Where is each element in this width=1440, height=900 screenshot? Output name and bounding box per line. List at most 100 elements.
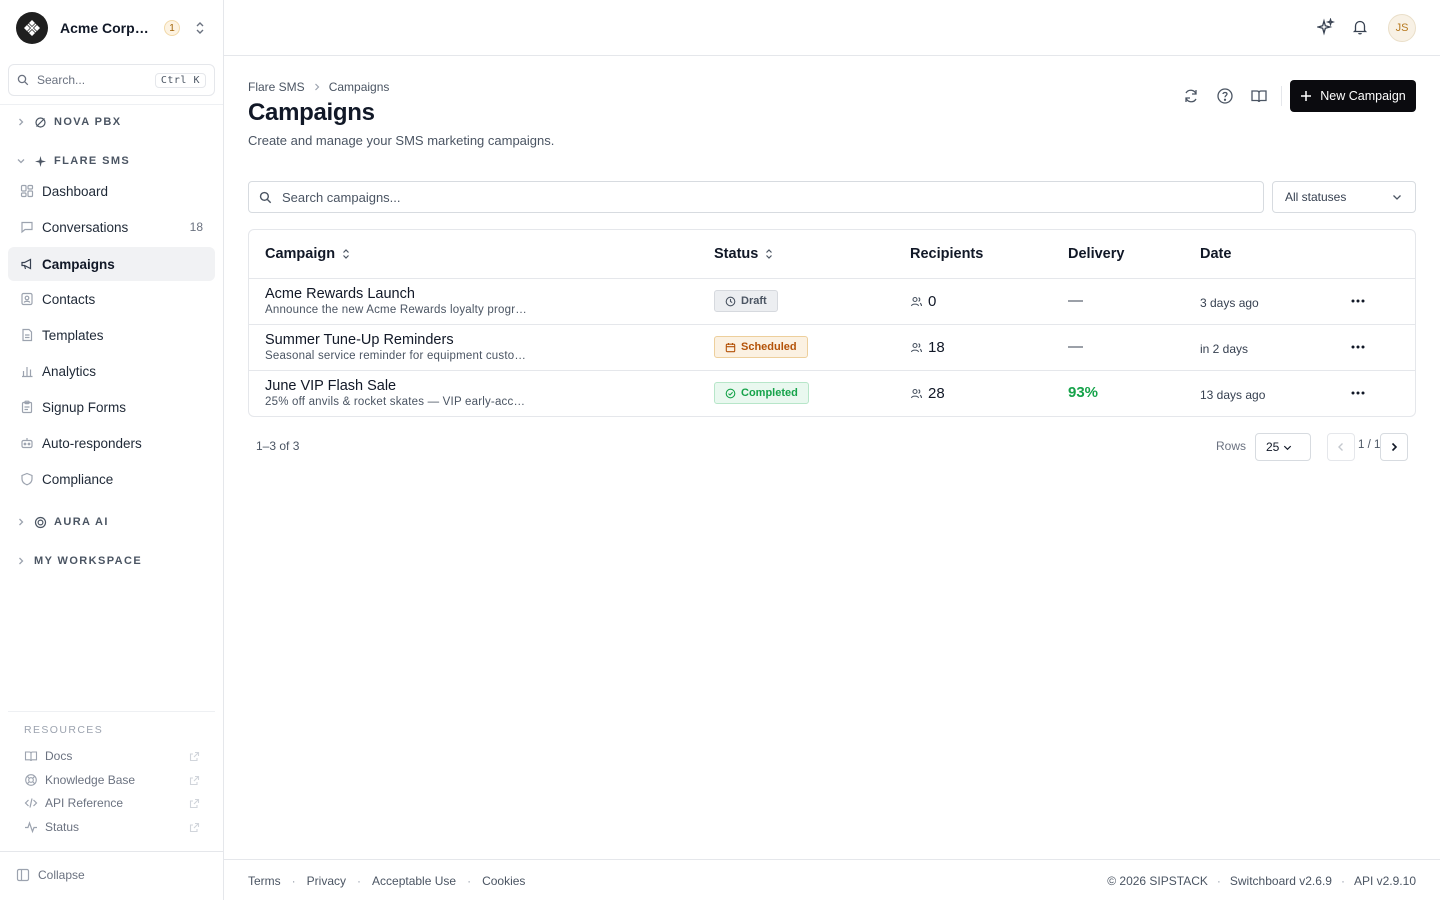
campaign-search[interactable] — [248, 181, 1264, 213]
footer: Terms · Privacy · Acceptable Use · Cooki… — [224, 859, 1440, 900]
sidebar-search[interactable]: Search... Ctrl K — [8, 64, 215, 96]
org-switcher[interactable]: Acme Corporation 1 — [0, 0, 223, 56]
sidebar-item-campaigns[interactable]: Campaigns — [8, 247, 215, 281]
date-value: 13 days ago — [1200, 388, 1266, 402]
sidebar-item-contacts[interactable]: Contacts — [8, 282, 215, 316]
page-indicator: 1 / 1 — [1358, 439, 1381, 451]
sidebar-item-label: Campaigns — [42, 256, 115, 272]
sidebar-item-conversations[interactable]: Conversations 18 — [8, 210, 215, 244]
chevron-right-icon — [16, 517, 28, 527]
breadcrumb-link-flare-sms[interactable]: Flare SMS — [248, 80, 305, 94]
resource-link-knowledge-base[interactable]: Knowledge Base — [24, 771, 200, 789]
clock-icon — [725, 296, 736, 307]
column-header-campaign[interactable]: Campaign — [265, 246, 351, 262]
sidebar-group-nova-pbx[interactable]: NOVA PBX — [16, 113, 121, 131]
sidebar-group-flare-sms[interactable]: FLARE SMS — [16, 152, 130, 170]
chevron-down-icon — [16, 156, 28, 166]
resources-title: RESOURCES — [24, 724, 104, 736]
campaign-search-input[interactable] — [282, 189, 1182, 205]
resource-link-api-reference[interactable]: API Reference — [24, 794, 200, 812]
refresh-icon[interactable] — [1182, 87, 1200, 105]
lifebuoy-icon — [24, 773, 38, 787]
recipients-value: 28 — [928, 385, 945, 402]
collapse-sidebar-button[interactable]: Collapse — [16, 866, 85, 884]
footer-link-privacy[interactable]: Privacy — [307, 874, 346, 888]
rows-per-page-select[interactable]: 25 — [1255, 433, 1311, 461]
api-version: API v2.9.10 — [1353, 874, 1416, 888]
table-header: Campaign Status Recipients Delivery Date — [249, 230, 1415, 279]
sparkle-icon — [34, 155, 47, 168]
sidebar-item-signup-forms[interactable]: Signup Forms — [8, 390, 215, 424]
sidebar-item-templates[interactable]: Templates — [8, 318, 215, 352]
search-icon — [259, 191, 272, 204]
footer-link-terms[interactable]: Terms — [248, 874, 281, 888]
chevron-right-icon — [16, 556, 28, 566]
campaign-name[interactable]: June VIP Flash Sale — [265, 378, 396, 394]
footer-link-acceptable-use[interactable]: Acceptable Use — [372, 874, 456, 888]
sidebar-item-label: Signup Forms — [42, 399, 127, 415]
status-label: Completed — [741, 387, 798, 399]
separator: · — [1340, 874, 1345, 888]
book-open-icon[interactable] — [1250, 87, 1268, 105]
external-link-icon — [189, 822, 200, 833]
sidebar-group-aura-ai[interactable]: AURA AI — [16, 513, 109, 531]
sidebar-group-label: FLARE SMS — [54, 155, 131, 167]
page-title: Campaigns — [248, 99, 375, 126]
sidebar-group-label: NOVA PBX — [54, 116, 122, 128]
check-circle-icon — [725, 388, 736, 399]
status-badge: Draft — [714, 290, 778, 312]
users-icon — [910, 341, 923, 354]
pagination-range: 1–3 of 3 — [256, 439, 300, 453]
resource-link-docs[interactable]: Docs — [24, 747, 200, 765]
date-value: 3 days ago — [1200, 296, 1259, 310]
resource-label: API Reference — [45, 796, 124, 810]
previous-page-button[interactable] — [1327, 433, 1355, 461]
column-label: Status — [714, 246, 759, 262]
sparkles-icon[interactable] — [1317, 18, 1335, 36]
table-row[interactable]: Acme Rewards Launch Announce the new Acm… — [249, 279, 1415, 325]
campaign-name[interactable]: Acme Rewards Launch — [265, 286, 415, 302]
footer-link-cookies[interactable]: Cookies — [482, 874, 525, 888]
new-campaign-button[interactable]: New Campaign — [1290, 80, 1416, 112]
breadcrumb-current: Campaigns — [328, 80, 390, 94]
status-filter-select[interactable]: All statuses — [1272, 181, 1416, 213]
chevron-right-icon — [1388, 441, 1400, 453]
bell-icon[interactable] — [1351, 18, 1369, 36]
table-row[interactable]: Summer Tune-Up Reminders Seasonal servic… — [249, 325, 1415, 371]
sidebar-item-dashboard[interactable]: Dashboard — [8, 174, 215, 208]
column-header-recipients: Recipients — [910, 246, 984, 262]
chevron-up-down-icon[interactable] — [193, 21, 207, 35]
next-page-button[interactable] — [1380, 433, 1408, 461]
resource-link-status[interactable]: Status — [24, 818, 200, 836]
campaign-name[interactable]: Summer Tune-Up Reminders — [265, 332, 454, 348]
sidebar-group-label: AURA AI — [54, 516, 109, 528]
sidebar-item-label: Contacts — [42, 291, 96, 307]
sidebar: Acme Corporation 1 Search... Ctrl K NOVA… — [0, 0, 224, 900]
more-actions-icon[interactable] — [1350, 340, 1366, 354]
column-header-status[interactable]: Status — [714, 246, 774, 262]
sidebar-item-analytics[interactable]: Analytics — [8, 354, 215, 388]
campaigns-table: Campaign Status Recipients Delivery Date… — [248, 229, 1416, 417]
search-shortcut-hint: Ctrl K — [154, 72, 206, 88]
more-actions-icon[interactable] — [1350, 294, 1366, 308]
more-actions-icon[interactable] — [1350, 386, 1366, 400]
sidebar-item-compliance[interactable]: Compliance — [8, 462, 215, 496]
resource-label: Knowledge Base — [45, 773, 136, 787]
campaign-description: Seasonal service reminder for equipment … — [265, 350, 527, 362]
recipients-value: 0 — [928, 293, 937, 310]
divider — [8, 711, 215, 712]
breadcrumb: Flare SMS Campaigns — [248, 80, 389, 94]
sidebar-item-label: Dashboard — [42, 183, 109, 199]
sort-icon — [764, 248, 774, 260]
campaign-description: Announce the new Acme Rewards loyalty pr… — [265, 304, 527, 316]
sidebar-group-my-workspace[interactable]: MY WORKSPACE — [16, 552, 142, 570]
table-row[interactable]: June VIP Flash Sale 25% off anvils & roc… — [249, 371, 1415, 416]
column-header-delivery: Delivery — [1068, 246, 1125, 262]
user-avatar[interactable]: JS — [1388, 14, 1416, 42]
help-icon[interactable] — [1216, 87, 1234, 105]
clipboard-icon — [20, 400, 34, 414]
sidebar-item-auto-responders[interactable]: Auto-responders — [8, 426, 215, 460]
recipients-count: 0 — [910, 293, 936, 310]
chevron-down-icon — [1282, 442, 1293, 453]
chevron-right-icon — [16, 117, 28, 127]
